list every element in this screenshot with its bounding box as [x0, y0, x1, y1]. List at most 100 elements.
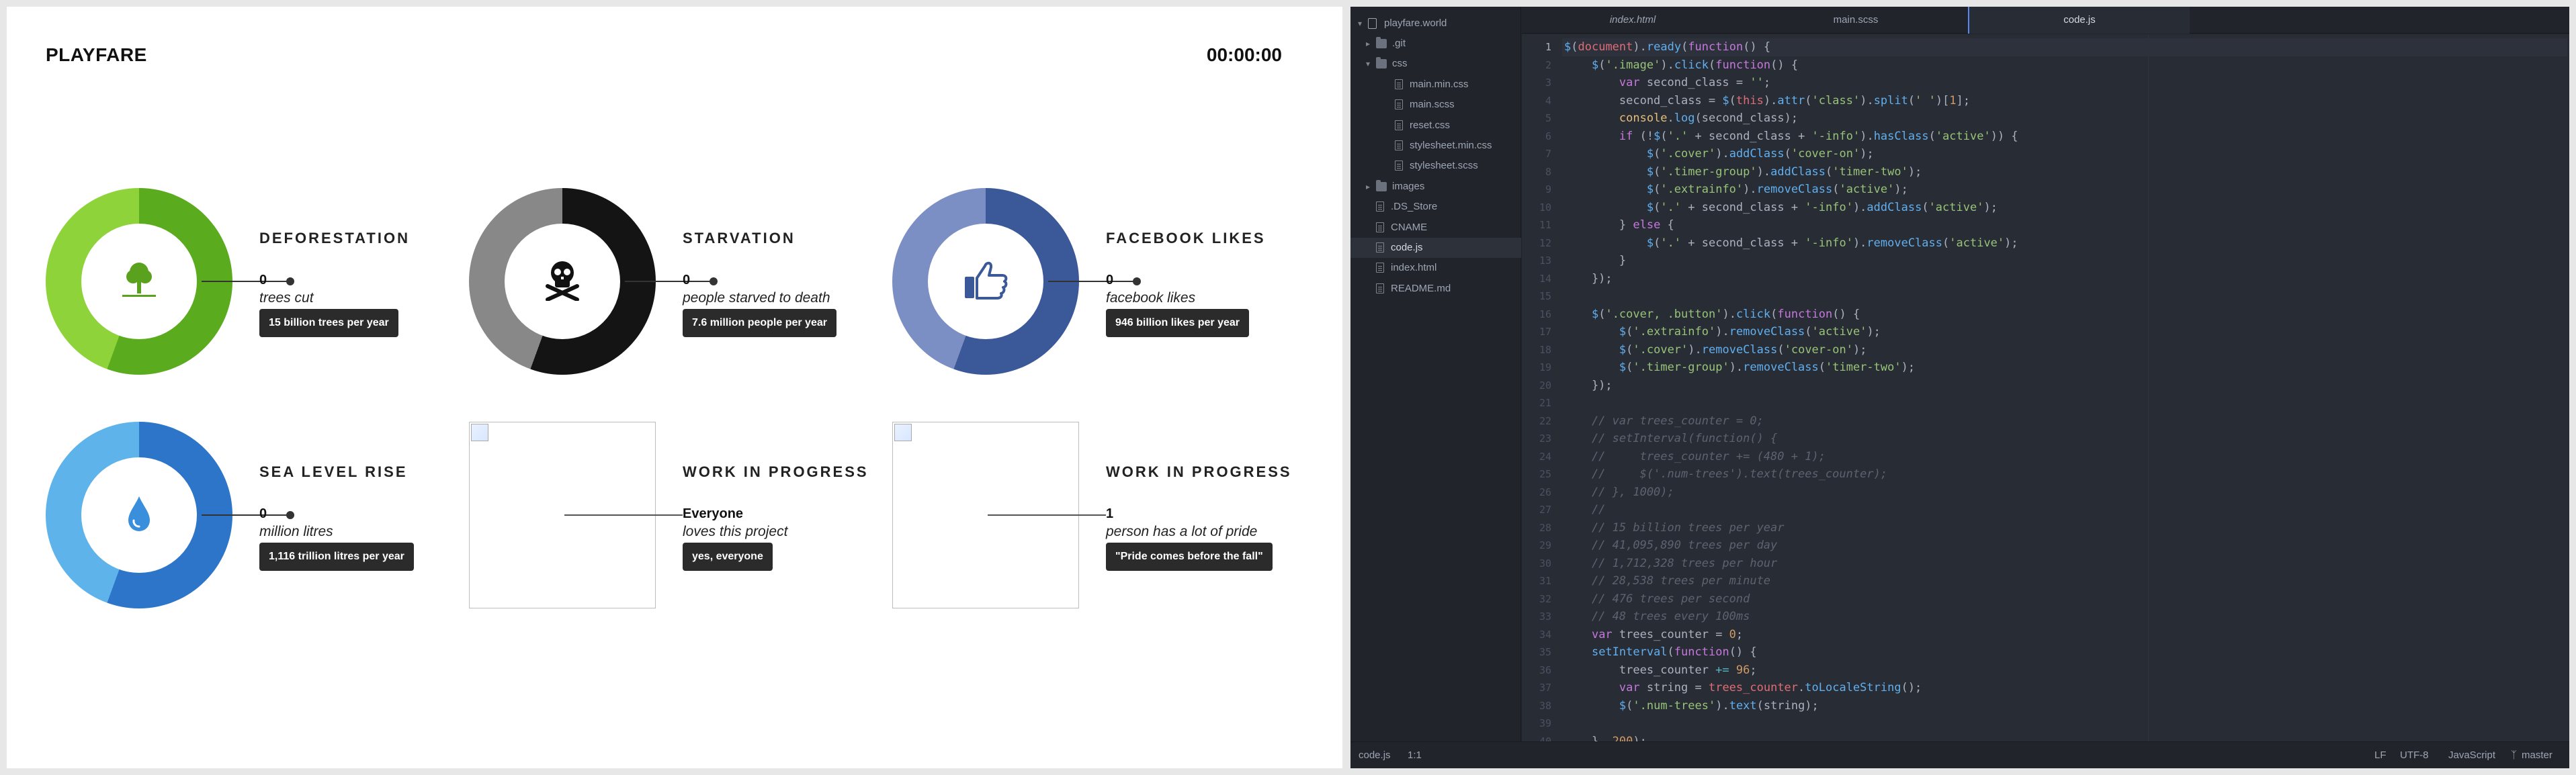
code-line[interactable]: // $('.num-trees').text(trees_counter); [1564, 465, 1887, 484]
code-line[interactable]: if (!$('.' + second_class + '-info').has… [1564, 128, 2018, 146]
file-icon [1395, 120, 1403, 130]
tree-item-readme-md[interactable]: README.md [1350, 279, 1521, 299]
info-button[interactable]: 7.6 million people per year [683, 309, 836, 337]
code-token: ( [1654, 236, 1661, 250]
code-token: . [1667, 111, 1674, 125]
code-line[interactable]: trees_counter += 96; [1564, 662, 1757, 680]
code-line[interactable]: $('.timer-group').addClass('timer-two'); [1564, 163, 1922, 181]
tree-item-git[interactable]: ▸ .git [1350, 34, 1521, 54]
code-line[interactable]: $('.timer-group').removeClass('timer-two… [1564, 359, 1915, 377]
code-token: $ [1591, 307, 1599, 321]
tree-item-stylesheet-scss[interactable]: stylesheet.scss [1350, 156, 1521, 176]
code-line[interactable]: var second_class = ''; [1564, 74, 1770, 92]
line-number: 10 [1539, 201, 1551, 214]
status-encoding[interactable]: UTF-8 [2400, 742, 2429, 769]
tab-main-scss[interactable]: main.scss [1745, 7, 1967, 34]
tree-project-root[interactable]: ▾ playfare.world [1350, 13, 1521, 34]
tree-item-index-html[interactable]: index.html [1350, 258, 1521, 278]
code-line[interactable]: // 1,712,328 trees per hour [1564, 555, 1777, 573]
code-line[interactable]: console.log(second_class); [1564, 109, 1798, 128]
code-token: ( [1660, 129, 1668, 143]
code-token: ; [1735, 627, 1744, 641]
code-line[interactable]: setInterval(function() { [1564, 643, 1757, 662]
tab-index-html[interactable]: index.html [1522, 7, 1744, 34]
code-line[interactable]: // 41,095,890 trees per day [1564, 537, 1777, 555]
code-line[interactable]: // [1564, 501, 1605, 519]
tree-item-css[interactable]: ▾ css [1350, 54, 1521, 74]
code-line[interactable]: }); [1564, 270, 1613, 288]
tree-item-ds-store[interactable]: .DS_Store [1350, 197, 1521, 217]
info-button[interactable]: 946 billion likes per year [1106, 309, 1249, 337]
code-line[interactable]: } [1564, 252, 1626, 270]
tree-item-main-scss[interactable]: main.scss [1350, 95, 1521, 115]
code-editor-pane[interactable]: 1 2 3 4 5 6 7 8 9 10 11 12 13 14 15 16 17 18 19 20 21 22 23 24 2… [1522, 34, 2569, 741]
line-number: 38 [1539, 699, 1551, 712]
code-line[interactable]: // 28,538 trees per minute [1564, 572, 1770, 590]
tree-item-reset-css[interactable]: reset.css [1350, 116, 1521, 136]
info-button[interactable]: 15 billion trees per year [259, 309, 398, 337]
status-line-ending[interactable]: LF [2374, 742, 2387, 769]
info-button[interactable]: "Pride comes before the fall" [1106, 543, 1273, 571]
status-branch[interactable]: master [2522, 742, 2552, 769]
chevron-down-icon[interactable]: ▾ [1364, 54, 1372, 74]
status-file[interactable]: code.js [1359, 742, 1391, 769]
code-line[interactable]: $('.cover, .button').click(function() { [1564, 306, 1860, 324]
tree-item-cname[interactable]: CNAME [1350, 218, 1521, 238]
code-line[interactable]: second_class = $(this).attr('class').spl… [1564, 92, 1970, 110]
status-grammar[interactable]: JavaScript [2448, 742, 2495, 769]
code-line[interactable]: // setInterval(function() { [1564, 430, 1777, 448]
chevron-right-icon[interactable]: ▸ [1364, 177, 1372, 197]
connector-dot [286, 511, 294, 519]
tree-item-code-js[interactable]: code.js [1350, 238, 1521, 258]
code-line[interactable]: // }, 1000); [1564, 484, 1674, 502]
line-number: 31 [1539, 575, 1551, 587]
code-token: ( [1654, 183, 1661, 196]
tab-code-js[interactable]: code.js [1968, 7, 2190, 34]
code-token: '-info' [1805, 236, 1853, 250]
code-line[interactable]: var trees_counter = 0; [1564, 626, 1743, 644]
line-number: 6 [1545, 130, 1551, 142]
code-token: )) { [1990, 129, 2018, 143]
line-number: 21 [1539, 397, 1551, 409]
site-logo[interactable]: PLAYFARE [46, 44, 147, 66]
code-line[interactable]: $('.extrainfo').removeClass('active'); [1564, 323, 1881, 341]
code-token: click [1735, 307, 1771, 321]
info-button[interactable]: yes, everyone [683, 543, 773, 571]
code-line[interactable]: $('.cover').addClass('cover-on'); [1564, 145, 1874, 163]
code-line[interactable]: }); [1564, 377, 1613, 395]
code-line[interactable]: $(document).ready(function() { [1562, 38, 2567, 56]
tree-item-main-min-css[interactable]: main.min.css [1350, 75, 1521, 95]
code-line[interactable]: $('.extrainfo').removeClass('active'); [1564, 181, 1908, 199]
tree-item-stylesheet-min-css[interactable]: stylesheet.min.css [1350, 136, 1521, 156]
thumbs-up-icon [962, 259, 1009, 304]
repo-icon [1368, 18, 1377, 29]
code-line[interactable]: $('.' + second_class + '-info').addClass… [1564, 199, 1998, 217]
code-line[interactable]: // 15 billion trees per year [1564, 519, 1785, 537]
tree-item-images[interactable]: ▸ images [1350, 177, 1521, 197]
code-token: '.' [1660, 200, 1682, 214]
code-line[interactable]: } else { [1564, 216, 1674, 234]
code-line[interactable]: // 476 trees per second [1564, 590, 1750, 608]
code-token: () { [1729, 645, 1757, 659]
code-token: 'active' [1928, 200, 1984, 214]
code-line[interactable]: var string = trees_counter.toLocaleStrin… [1564, 679, 1922, 697]
code-line[interactable]: $('.num-trees').text(string); [1564, 697, 1819, 715]
code-token: }, [1564, 734, 1613, 742]
code-token: (! [1633, 129, 1654, 143]
code-line[interactable]: // var trees_counter = 0; [1564, 412, 1764, 430]
code-line[interactable]: $('.' + second_class + '-info').removeCl… [1564, 234, 2018, 253]
code-token: ); [2004, 236, 2018, 250]
code-token: '.timer-group' [1660, 165, 1757, 179]
status-cursor[interactable]: 1:1 [1408, 742, 1422, 769]
code-line[interactable]: $('.image').click(function() { [1564, 56, 1798, 75]
code-line[interactable]: $('.cover').removeClass('cover-on'); [1564, 341, 1867, 359]
chevron-down-icon[interactable]: ▾ [1356, 13, 1364, 34]
code-line[interactable]: // trees_counter += (480 + 1); [1564, 448, 1826, 466]
info-button[interactable]: 1,116 trillion litres per year [259, 543, 414, 571]
code-line[interactable]: // 48 trees every 100ms [1564, 608, 1750, 626]
chevron-right-icon[interactable]: ▸ [1364, 34, 1372, 54]
code-line[interactable]: }, 200); [1564, 733, 1647, 742]
code-token: removeClass [1743, 361, 1819, 374]
